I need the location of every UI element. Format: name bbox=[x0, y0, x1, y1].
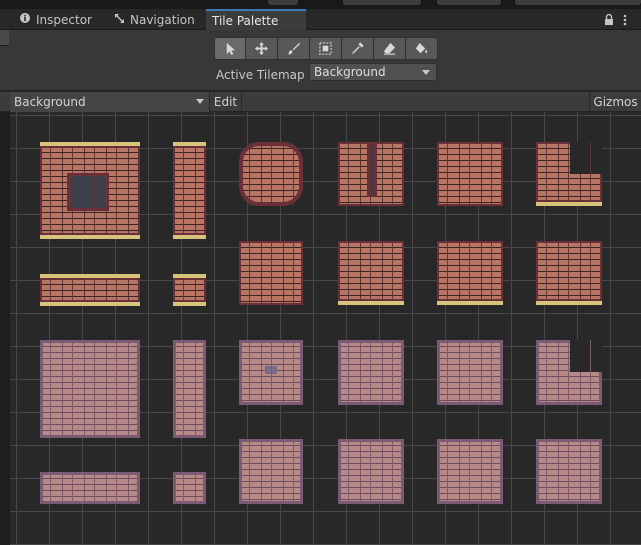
left-panel-edge bbox=[0, 30, 9, 46]
brush-icon bbox=[287, 42, 301, 55]
move-tool-button[interactable] bbox=[246, 37, 278, 60]
palette-tile[interactable] bbox=[173, 142, 206, 239]
tab-navigation[interactable]: Navigation bbox=[106, 9, 201, 30]
palette-tile[interactable] bbox=[437, 241, 503, 305]
palette-tile[interactable] bbox=[40, 142, 140, 239]
eyedropper-icon bbox=[351, 42, 364, 55]
palette-tile[interactable] bbox=[239, 142, 303, 206]
move-icon bbox=[254, 41, 269, 56]
chevron-down-icon bbox=[196, 99, 204, 104]
tab-label: Inspector bbox=[36, 12, 92, 27]
palette-dropdown[interactable]: Background bbox=[10, 92, 210, 112]
palette-tile[interactable] bbox=[338, 340, 404, 405]
paint-tool-button[interactable] bbox=[278, 37, 310, 60]
tab-tile-palette[interactable]: Tile Palette bbox=[206, 9, 306, 30]
palette-tile[interactable] bbox=[437, 142, 503, 206]
top-strip-control bbox=[515, 0, 641, 5]
bucket-icon bbox=[415, 42, 428, 54]
grid-left-gutter bbox=[0, 112, 10, 545]
info-icon bbox=[18, 13, 32, 26]
palette-tile[interactable] bbox=[338, 241, 404, 305]
chevron-down-icon bbox=[422, 70, 430, 75]
erase-tool-button[interactable] bbox=[374, 37, 406, 60]
palette-tile[interactable] bbox=[40, 340, 140, 438]
palette-tile[interactable] bbox=[239, 439, 303, 504]
palette-tile[interactable] bbox=[239, 241, 303, 305]
palette-tile[interactable] bbox=[173, 274, 206, 306]
palette-tile[interactable] bbox=[239, 340, 303, 405]
top-strip-control bbox=[437, 0, 501, 5]
palette-tile[interactable] bbox=[536, 241, 602, 305]
tab-inspector[interactable]: Inspector bbox=[12, 9, 98, 30]
active-tilemap-label: Active Tilemap bbox=[216, 68, 305, 82]
eraser-icon bbox=[383, 42, 396, 55]
palette-tile[interactable] bbox=[338, 142, 404, 206]
more-options-icon[interactable] bbox=[623, 9, 627, 30]
palette-value: Background bbox=[14, 95, 86, 109]
gizmos-button[interactable]: Gizmos bbox=[589, 92, 641, 112]
window-top-strip bbox=[0, 0, 641, 9]
tab-label: Navigation bbox=[130, 12, 195, 27]
select-tool-button[interactable] bbox=[214, 37, 246, 60]
edit-label: Edit bbox=[213, 95, 238, 109]
top-strip-control bbox=[268, 0, 298, 5]
palette-tile[interactable] bbox=[536, 340, 602, 405]
box-fill-tool-button[interactable] bbox=[310, 37, 342, 60]
palette-header: Background Edit Gizmos bbox=[0, 92, 641, 112]
tile-palette-grid[interactable] bbox=[10, 112, 641, 545]
lock-icon[interactable] bbox=[604, 9, 614, 30]
tool-strip bbox=[214, 37, 438, 61]
gizmos-label: Gizmos bbox=[593, 95, 638, 109]
active-tilemap-value: Background bbox=[314, 65, 386, 79]
top-strip-control bbox=[343, 0, 421, 5]
palette-tile[interactable] bbox=[40, 274, 140, 306]
arrow-icon bbox=[226, 42, 235, 56]
palette-tile[interactable] bbox=[173, 472, 206, 504]
edit-button[interactable]: Edit bbox=[210, 92, 242, 112]
active-tilemap-dropdown[interactable]: Background bbox=[309, 63, 437, 81]
navigation-icon bbox=[112, 13, 126, 27]
palette-tile[interactable] bbox=[536, 142, 602, 206]
pick-tool-button[interactable] bbox=[342, 37, 374, 60]
palette-tile[interactable] bbox=[536, 439, 602, 504]
tab-bar: Inspector Navigation Tile Palette bbox=[0, 9, 641, 30]
fill-tool-button[interactable] bbox=[406, 37, 438, 60]
palette-tile[interactable] bbox=[437, 439, 503, 504]
palette-tile[interactable] bbox=[437, 340, 503, 405]
palette-tile[interactable] bbox=[173, 340, 206, 438]
palette-tile[interactable] bbox=[338, 439, 404, 504]
box-fill-icon bbox=[319, 42, 332, 55]
palette-tile[interactable] bbox=[40, 472, 140, 504]
tab-label: Tile Palette bbox=[212, 13, 279, 28]
